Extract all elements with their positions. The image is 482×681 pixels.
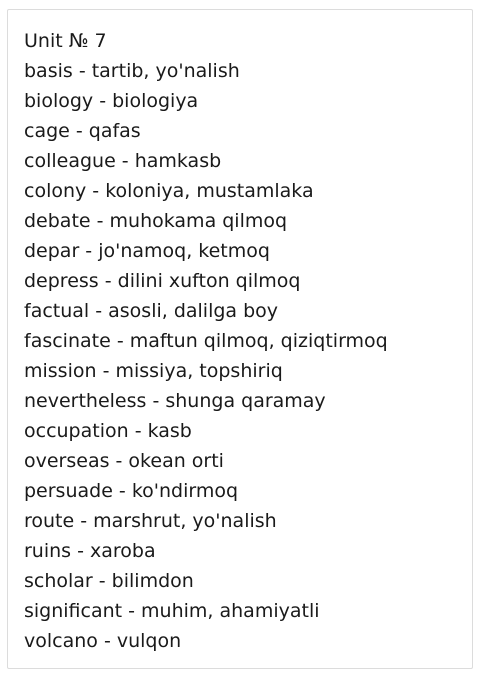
word-line: mission - missiya, topshiriq [24, 360, 283, 382]
word-line: fascinate - maftun qilmoq, qiziqtirmoq [24, 330, 388, 352]
word-line: biology - biologiya [24, 90, 199, 112]
word-line: scholar - bilimdon [24, 570, 194, 592]
word-line: route - marshrut, yo'nalish [24, 510, 277, 532]
word-line: volcano - vulqon [24, 630, 182, 652]
word-line: overseas - okean orti [24, 450, 224, 472]
word-line: depar - jo'namoq, ketmoq [24, 240, 270, 262]
word-line: cage - qafas [24, 120, 141, 142]
vocabulary-content: Unit № 7 basis - tartib, yo'nalish biolo… [24, 26, 462, 656]
word-line: ruins - xaroba [24, 540, 156, 562]
word-line: debate - muhokama qilmoq [24, 210, 288, 232]
vocabulary-card: Unit № 7 basis - tartib, yo'nalish biolo… [7, 9, 473, 669]
word-line: nevertheless - shunga qaramay [24, 390, 326, 412]
word-line: factual - asosli, dalilga boy [24, 300, 279, 322]
word-line: colony - koloniya, mustamlaka [24, 180, 314, 202]
word-line: persuade - ko'ndirmoq [24, 480, 239, 502]
word-line: occupation - kasb [24, 420, 192, 442]
unit-title: Unit № 7 [24, 30, 107, 52]
word-line: significant - muhim, ahamiyatli [24, 600, 320, 622]
word-line: basis - tartib, yo'nalish [24, 60, 240, 82]
word-line: colleague - hamkasb [24, 150, 222, 172]
word-line: depress - dilini xufton qilmoq [24, 270, 301, 292]
